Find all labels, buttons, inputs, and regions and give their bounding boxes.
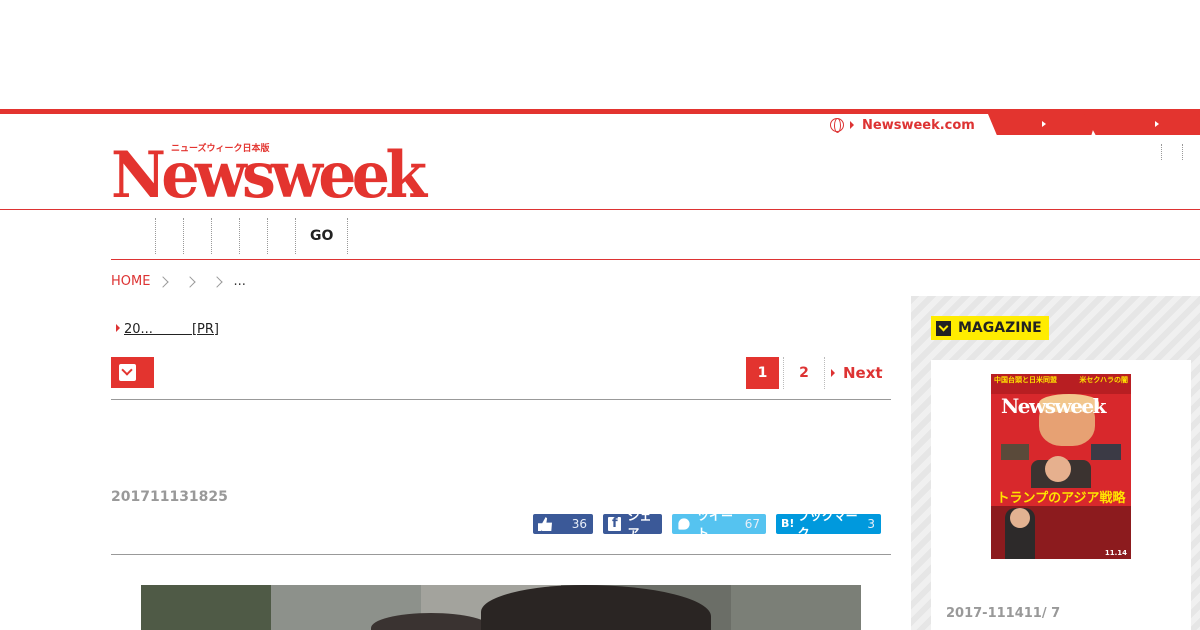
facebook-icon xyxy=(608,516,622,531)
nav-item[interactable] xyxy=(240,218,268,254)
arrow-right-icon xyxy=(850,121,854,129)
page-1-button[interactable]: 1 xyxy=(746,357,779,389)
cover-issue-date: 11.14 xyxy=(1104,549,1127,557)
social-divider xyxy=(111,554,891,555)
hatena-icon: B! xyxy=(781,517,795,530)
header-tab-2[interactable] xyxy=(1084,114,1200,135)
logo-text: Newsweek xyxy=(111,138,427,213)
article-photo xyxy=(141,585,861,630)
arrow-right-icon xyxy=(1042,121,1046,127)
pr-link-row: 20... [PR] xyxy=(116,318,219,337)
chevron-down-icon xyxy=(936,320,951,336)
nav-divider xyxy=(111,259,1200,260)
header-utility-links[interactable] xyxy=(1161,144,1183,160)
tweet-button[interactable]: ツイート 67 xyxy=(672,509,766,540)
pagination: 1 2 Next xyxy=(746,357,883,389)
facebook-like-button[interactable]: 36 xyxy=(533,514,593,534)
facebook-share-button[interactable]: シェア xyxy=(603,509,662,540)
arrow-right-icon xyxy=(116,323,120,332)
hatena-bookmark-button[interactable]: B! ブックマーク 3 xyxy=(776,509,881,540)
magazine-issue-date: 2017-111411/ 7 xyxy=(946,606,1061,621)
twitter-bird-icon xyxy=(678,518,690,530)
nav-item[interactable] xyxy=(111,218,156,254)
chevron-right-icon xyxy=(211,275,224,288)
cover-headline: 中国台頭と日米同盟 米セクハラの闇 xyxy=(991,374,1131,394)
like-count: 36 xyxy=(571,517,587,531)
nav-item[interactable] xyxy=(212,218,240,254)
article-divider xyxy=(111,399,891,400)
header-divider xyxy=(0,209,1200,210)
dropdown-toggle-button[interactable] xyxy=(111,357,154,388)
arrow-right-icon xyxy=(1155,121,1159,127)
cover-logo: Newsweek xyxy=(1001,394,1107,418)
nav-go-link[interactable]: GO xyxy=(296,218,349,254)
chevron-right-icon xyxy=(184,275,197,288)
globe-icon xyxy=(830,118,844,133)
share-label: シェア xyxy=(627,509,652,540)
cover-headline-right: 米セクハラの闇 xyxy=(1079,376,1128,384)
breadcrumb-home[interactable]: HOME xyxy=(111,274,150,289)
next-page-button[interactable]: Next xyxy=(829,364,883,382)
international-link-group[interactable]: Newsweek.com xyxy=(830,115,975,135)
nav-item[interactable] xyxy=(184,218,212,254)
tweet-label: ツイート xyxy=(696,509,733,540)
page-2-button[interactable]: 2 xyxy=(783,357,825,389)
magazine-cover-image[interactable]: 中国台頭と日米同盟 米セクハラの闇 Newsweek トランプのアジア戦略 11… xyxy=(991,374,1131,559)
header-top-line xyxy=(0,109,1200,114)
header-tab-1[interactable] xyxy=(988,114,1098,135)
newsweek-com-link[interactable]: Newsweek.com xyxy=(862,118,975,133)
article-date: 201711131825 xyxy=(111,489,228,505)
breadcrumb-current: ... xyxy=(233,274,246,289)
cover-headline-left: 中国台頭と日米同盟 xyxy=(994,376,1057,384)
breadcrumb: HOME ... xyxy=(111,274,246,289)
arrow-right-icon xyxy=(831,369,835,377)
newsweek-logo[interactable]: ニューズウィーク日本版 Newsweek xyxy=(111,138,496,213)
tweet-count: 67 xyxy=(744,517,760,531)
magazine-heading: MAGAZINE xyxy=(931,316,1049,340)
nav-item[interactable] xyxy=(268,218,296,254)
hatena-count: 3 xyxy=(867,517,875,531)
cover-title: トランプのアジア戦略 xyxy=(996,491,1126,506)
nav-item[interactable] xyxy=(156,218,184,254)
chevron-down-icon xyxy=(119,364,136,381)
next-label: Next xyxy=(843,364,883,382)
chevron-right-icon xyxy=(157,275,170,288)
main-nav: GO xyxy=(111,218,349,254)
hatena-label: ブックマーク xyxy=(797,509,858,540)
magazine-label: MAGAZINE xyxy=(958,320,1042,336)
pr-link[interactable]: 20... [PR] xyxy=(124,318,219,337)
thumbs-up-icon xyxy=(538,517,552,531)
